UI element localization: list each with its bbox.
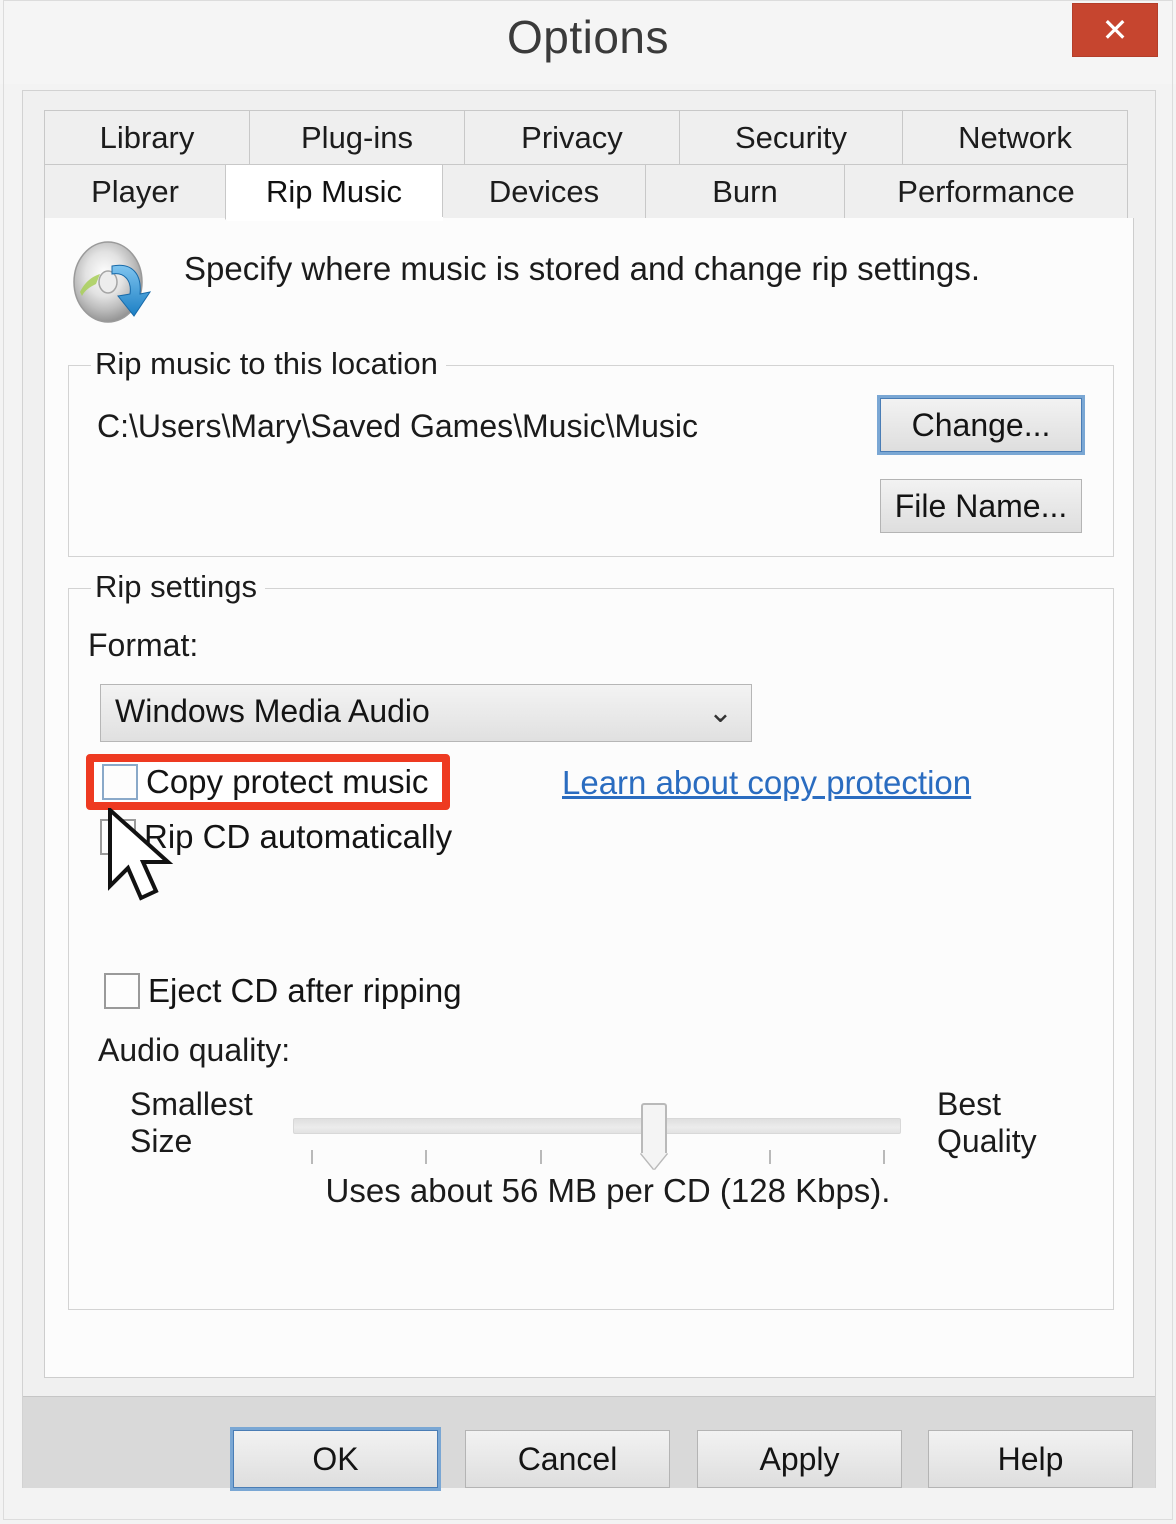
checkbox-label: Copy protect music [146, 763, 429, 800]
slider-max-label: Best Quality [937, 1086, 1037, 1160]
rip-location-legend: Rip music to this location [91, 346, 446, 382]
cancel-button[interactable]: Cancel [465, 1430, 670, 1488]
checkbox-icon [100, 819, 136, 855]
tab-label: Network [958, 120, 1072, 155]
tab-label: Privacy [521, 120, 623, 155]
tab-privacy[interactable]: Privacy [464, 110, 680, 166]
title-bar: Options ✕ [0, 0, 1176, 84]
rip-settings-legend: Rip settings [91, 569, 265, 605]
tab-row-bottom: Player Rip Music Devices Burn Performanc… [44, 164, 1130, 220]
tab-label: Rip Music [265, 174, 403, 209]
tab-label: Library [99, 120, 195, 155]
tab-library[interactable]: Library [44, 110, 250, 166]
checkbox-icon [102, 764, 138, 800]
tab-label: Player [91, 174, 179, 209]
slider-min-label-line1: Smallest [130, 1086, 253, 1122]
panel-description: Specify where music is stored and change… [184, 250, 981, 287]
audio-quality-note: Uses about 56 MB per CD (128 Kbps). [325, 1172, 891, 1209]
slider-tick [883, 1150, 885, 1164]
tab-player[interactable]: Player [44, 164, 226, 220]
help-button[interactable]: Help [928, 1430, 1133, 1488]
format-select[interactable]: Windows Media Audio ⌄ [100, 684, 752, 742]
tab-strip: Library Plug-ins Privacy Security Networ… [44, 110, 1130, 220]
slider-max-label-line1: Best [937, 1086, 1002, 1122]
change-button[interactable]: Change... [877, 395, 1085, 455]
options-dialog-window: Options ✕ Library Plug-ins Privacy Secur… [0, 0, 1176, 1524]
slider-tick [311, 1150, 313, 1164]
rip-cd-automatically-checkbox[interactable]: Rip CD automatically [100, 818, 452, 856]
tab-label: Burn [712, 174, 778, 209]
tab-label: Plug-ins [301, 120, 413, 155]
apply-button[interactable]: Apply [697, 1430, 902, 1488]
tab-label: Devices [488, 174, 600, 209]
checkbox-icon [104, 973, 140, 1009]
panel-header: Specify where music is stored and change… [66, 232, 1066, 332]
checkbox-label: Rip CD automatically [144, 818, 453, 855]
slider-track[interactable] [293, 1118, 901, 1134]
slider-max-label-line2: Quality [937, 1123, 1037, 1159]
selected-tab-notch [227, 217, 443, 221]
learn-about-copy-protection-link[interactable]: Learn about copy protection [562, 764, 971, 802]
checkbox-label: Eject CD after ripping [148, 972, 462, 1009]
tab-rip-music[interactable]: Rip Music [225, 164, 443, 220]
tab-row-top: Library Plug-ins Privacy Security Networ… [44, 110, 1130, 166]
cd-download-icon [73, 241, 152, 323]
tab-security[interactable]: Security [679, 110, 903, 166]
tab-label: Security [735, 120, 847, 155]
format-label: Format: [88, 627, 199, 663]
audio-quality-slider[interactable] [293, 1103, 901, 1178]
page-title: Options [506, 11, 670, 63]
tab-performance[interactable]: Performance [844, 164, 1128, 220]
slider-tick [768, 1150, 771, 1164]
format-select-value: Windows Media Audio [115, 693, 430, 729]
slider-tick [539, 1150, 542, 1164]
tab-plug-ins[interactable]: Plug-ins [249, 110, 465, 166]
chevron-down-icon: ⌄ [707, 696, 733, 729]
slider-min-label-line2: Size [130, 1123, 193, 1159]
audio-quality-label: Audio quality: [98, 1032, 291, 1068]
tab-devices[interactable]: Devices [442, 164, 646, 220]
tab-burn[interactable]: Burn [645, 164, 845, 220]
ok-button[interactable]: OK [230, 1427, 441, 1491]
slider-tick [425, 1150, 428, 1164]
slider-min-label: Smallest Size [130, 1086, 253, 1160]
eject-cd-after-ripping-checkbox[interactable]: Eject CD after ripping [104, 972, 462, 1010]
tab-network[interactable]: Network [902, 110, 1128, 166]
copy-protect-music-checkbox[interactable]: Copy protect music [102, 763, 428, 801]
slider-thumb[interactable] [641, 1103, 668, 1153]
file-name-button[interactable]: File Name... [880, 479, 1082, 533]
close-button[interactable]: ✕ [1072, 3, 1158, 57]
rip-location-path: C:\Users\Mary\Saved Games\Music\Music [97, 408, 699, 444]
close-icon: ✕ [1101, 12, 1129, 48]
tab-label: Performance [897, 174, 1075, 209]
